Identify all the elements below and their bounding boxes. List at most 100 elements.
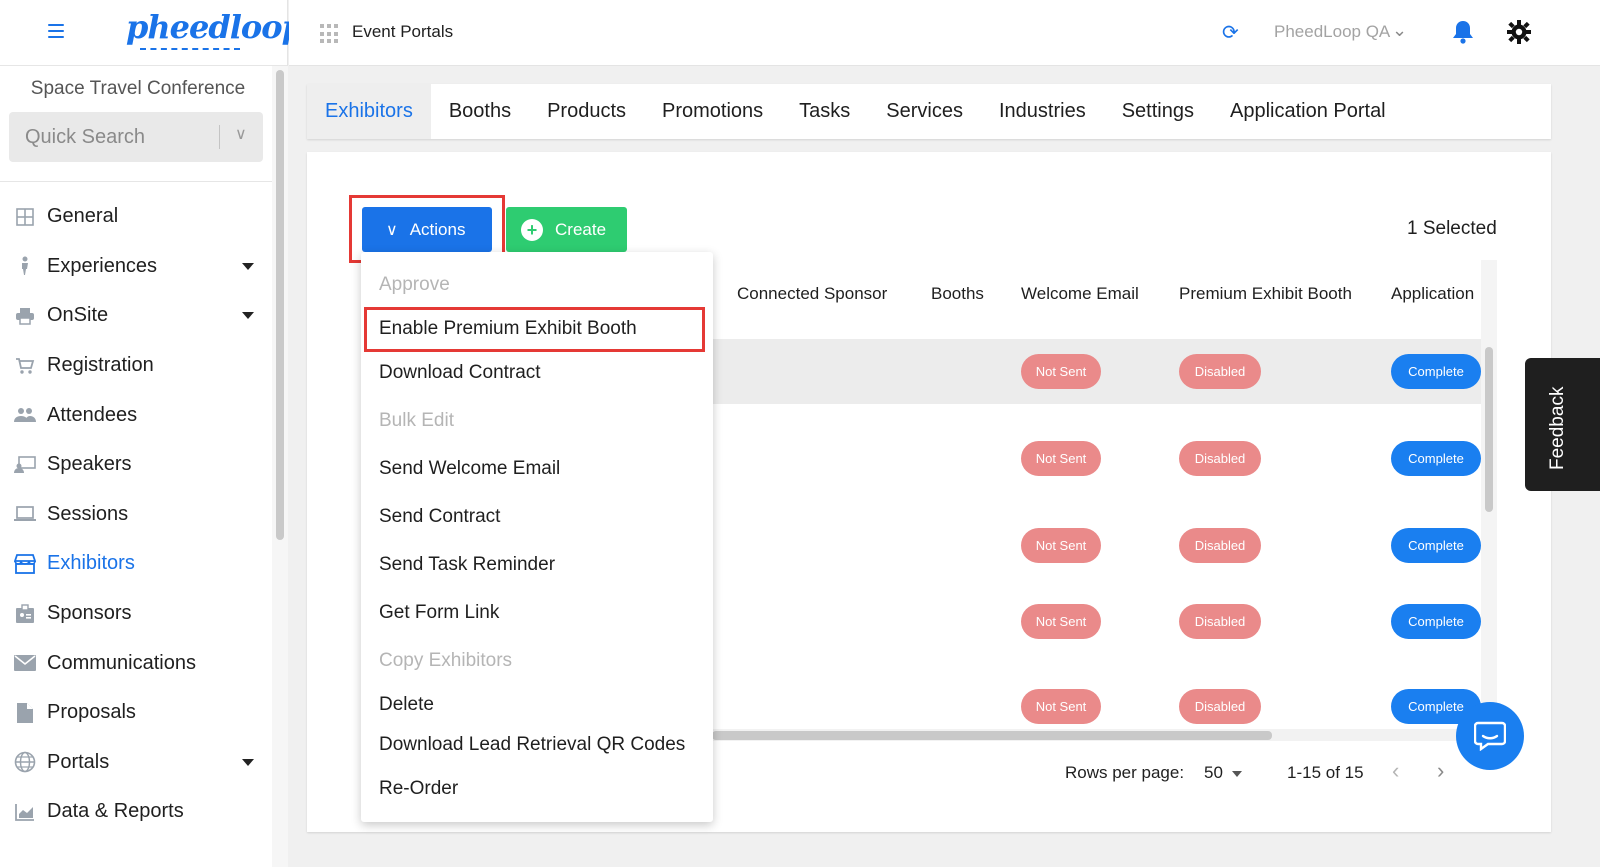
chart-icon	[13, 800, 37, 824]
globe-icon	[13, 750, 37, 774]
menu-item-send-task-reminder[interactable]: Send Task Reminder	[379, 554, 555, 576]
person-icon	[13, 254, 37, 278]
table-vertical-scrollbar[interactable]	[1485, 347, 1493, 512]
rows-per-page-select[interactable]: 50	[1204, 763, 1223, 783]
sidebar-item-communications[interactable]: Communications	[0, 638, 272, 688]
menu-item-re-order[interactable]: Re-Order	[379, 778, 458, 800]
column-header-premium-exhibit-booth[interactable]: Premium Exhibit Booth	[1179, 284, 1352, 304]
sidebar: pheedloop Space Travel Conference Quick …	[0, 0, 304, 867]
sidebar-item-label: Registration	[47, 354, 154, 377]
exhibitor-tabs: Exhibitors Booths Products Promotions Ta…	[307, 84, 1551, 139]
create-button-label: Create	[555, 219, 607, 239]
tab-exhibitors[interactable]: Exhibitors	[307, 84, 431, 139]
tab-promotions[interactable]: Promotions	[644, 84, 781, 139]
column-header-connected-sponsor[interactable]: Connected Sponsor	[737, 284, 887, 304]
sidebar-item-portals[interactable]: Portals	[0, 738, 272, 788]
welcome-email-status-badge: Not Sent	[1021, 689, 1101, 724]
sidebar-item-onsite[interactable]: OnSite	[0, 291, 272, 341]
sidebar-scrollbar[interactable]	[276, 70, 284, 540]
sidebar-item-label: Communications	[47, 651, 196, 674]
column-header-application[interactable]: Application	[1391, 284, 1474, 304]
quick-search-separator	[219, 125, 220, 149]
sidebar-item-label: Exhibitors	[47, 552, 135, 575]
caret-down-icon[interactable]	[242, 312, 254, 320]
menu-item-get-form-link[interactable]: Get Form Link	[379, 602, 499, 624]
tab-settings[interactable]: Settings	[1104, 84, 1212, 139]
welcome-email-status-badge: Not Sent	[1021, 354, 1101, 389]
sidebar-item-label: Proposals	[47, 701, 136, 724]
tab-application-portal[interactable]: Application Portal	[1212, 84, 1404, 139]
presenter-icon	[13, 453, 37, 477]
welcome-email-status-badge: Not Sent	[1021, 528, 1101, 563]
top-header: Event Portals ⟳ PheedLoop QA ⌄	[289, 0, 1600, 66]
table-horizontal-scrollbar[interactable]	[712, 731, 1272, 740]
rows-per-page-label: Rows per page:	[1065, 763, 1185, 782]
sidebar-item-experiences[interactable]: Experiences	[0, 242, 272, 292]
previous-page-icon[interactable]: ‹	[1392, 758, 1399, 784]
menu-item-bulk-edit: Bulk Edit	[379, 410, 454, 431]
next-page-icon[interactable]: ›	[1437, 758, 1444, 784]
menu-item-download-lead-retrieval-qr-codes[interactable]: Download Lead Retrieval QR Codes	[379, 734, 685, 756]
mail-icon	[13, 651, 37, 675]
menu-item-send-contract[interactable]: Send Contract	[379, 506, 500, 528]
gear-icon[interactable]	[1507, 20, 1531, 49]
caret-down-icon[interactable]	[1232, 771, 1242, 777]
menu-item-send-welcome-email[interactable]: Send Welcome Email	[379, 458, 560, 480]
org-switcher[interactable]: PheedLoop QA	[1274, 22, 1390, 42]
event-name: Space Travel Conference	[30, 78, 246, 99]
sidebar-item-sponsors[interactable]: Sponsors	[0, 589, 272, 639]
application-status-badge: Complete	[1391, 604, 1481, 639]
tab-industries[interactable]: Industries	[981, 84, 1104, 139]
pheedloop-logo[interactable]: pheedloop	[126, 8, 304, 46]
menu-item-delete[interactable]: Delete	[379, 694, 434, 716]
hamburger-menu-icon[interactable]	[48, 24, 64, 38]
application-status-badge: Complete	[1391, 354, 1481, 389]
welcome-email-status-badge: Not Sent	[1021, 441, 1101, 476]
feedback-tab[interactable]: Feedback	[1525, 358, 1600, 491]
column-header-booths[interactable]: Booths	[931, 284, 984, 304]
premium-status-badge: Disabled	[1179, 689, 1261, 724]
sidebar-item-data-reports[interactable]: Data & Reports	[0, 787, 272, 837]
sidebar-item-label: OnSite	[47, 304, 109, 327]
create-button[interactable]: + Create	[506, 207, 627, 252]
chat-icon	[1474, 721, 1506, 751]
sidebar-item-general[interactable]: General	[0, 192, 272, 242]
sidebar-item-exhibitors[interactable]: Exhibitors	[0, 539, 272, 589]
refresh-icon[interactable]: ⟳	[1222, 23, 1239, 43]
sidebar-item-proposals[interactable]: Proposals	[0, 688, 272, 738]
sidebar-item-label: Sessions	[47, 502, 129, 525]
bell-icon[interactable]	[1452, 20, 1474, 49]
cart-icon	[13, 354, 37, 378]
chevron-down-icon[interactable]: ⌄	[1392, 20, 1407, 41]
caret-down-icon[interactable]	[242, 758, 254, 766]
sidebar-item-speakers[interactable]: Speakers	[0, 440, 272, 490]
sidebar-item-label: Portals	[47, 750, 110, 773]
application-status-badge: Complete	[1391, 441, 1481, 476]
menu-item-download-contract[interactable]: Download Contract	[379, 362, 541, 384]
column-header-welcome-email[interactable]: Welcome Email	[1021, 284, 1139, 304]
logo-bar: pheedloop	[0, 0, 304, 66]
premium-status-badge: Disabled	[1179, 528, 1261, 563]
sidebar-item-label: Data & Reports	[47, 800, 184, 823]
tab-booths[interactable]: Booths	[431, 84, 529, 139]
sidebar-item-label: General	[47, 205, 119, 228]
grid-icon	[13, 205, 37, 229]
badge-icon	[13, 602, 37, 626]
caret-down-icon[interactable]	[242, 262, 254, 270]
chevron-down-icon[interactable]: ∨	[235, 124, 247, 144]
sidebar-item-sessions[interactable]: Sessions	[0, 490, 272, 540]
menu-item-approve: Approve	[379, 274, 450, 295]
sidebar-item-label: Speakers	[47, 453, 132, 476]
menu-item-copy-exhibitors: Copy Exhibitors	[379, 650, 513, 671]
sidebar-item-attendees[interactable]: Attendees	[0, 390, 272, 440]
apps-grid-icon[interactable]	[320, 24, 340, 44]
tab-products[interactable]: Products	[529, 84, 644, 139]
premium-status-badge: Disabled	[1179, 604, 1261, 639]
tab-services[interactable]: Services	[868, 84, 981, 139]
tab-tasks[interactable]: Tasks	[781, 84, 868, 139]
selected-count: 1 Selected	[1407, 218, 1497, 239]
sidebar-item-registration[interactable]: Registration	[0, 341, 272, 391]
document-icon	[13, 701, 37, 725]
quick-search-select[interactable]: Quick Search ∨	[9, 112, 263, 162]
chat-bubble-button[interactable]	[1456, 702, 1524, 770]
